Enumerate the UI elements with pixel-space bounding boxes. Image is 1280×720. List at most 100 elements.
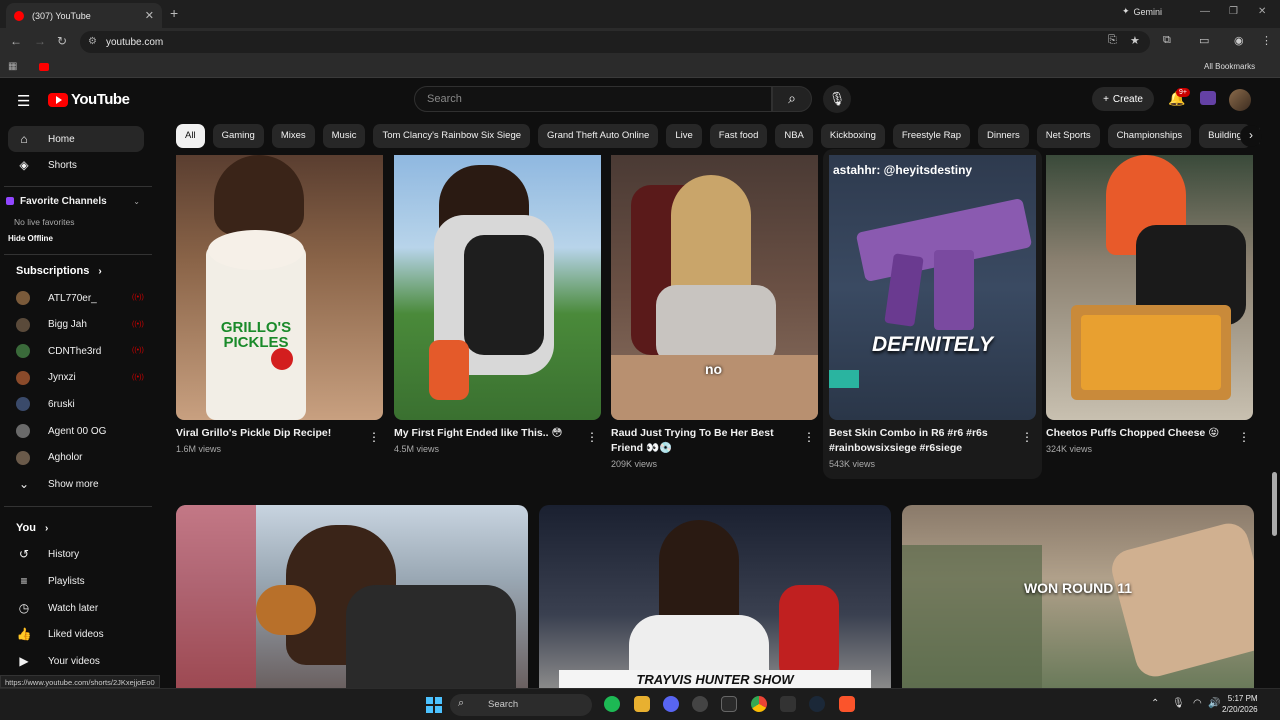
subscription-item[interactable]: ATL770er_ ((•))	[8, 285, 144, 311]
sidebar-item-playlists[interactable]: ≡ Playlists	[8, 568, 144, 594]
more-options-icon[interactable]: ⋮	[1238, 430, 1250, 444]
minimize-icon[interactable]: —	[1200, 6, 1210, 17]
chip-fast-food[interactable]: Fast food	[709, 124, 768, 148]
chip-all[interactable]: All	[176, 124, 205, 148]
chrome-icon[interactable]	[751, 696, 767, 712]
more-options-icon[interactable]: ⋮	[1021, 430, 1033, 444]
youtube-bookmark-icon[interactable]	[39, 63, 49, 71]
short-title[interactable]: My First Fight Ended like This.. 😳	[394, 426, 579, 441]
more-options-icon[interactable]: ⋮	[803, 430, 815, 444]
show-more-button[interactable]: ⌄ Show more	[8, 471, 144, 497]
subscription-item[interactable]: Agholor	[8, 445, 144, 471]
video-thumbnail[interactable]: TRAYVIS HUNTER SHOW	[539, 505, 891, 688]
bookmark-star-icon[interactable]: ★	[1130, 34, 1140, 47]
hamburger-menu-icon[interactable]: ☰	[17, 92, 30, 110]
you-header[interactable]: You ›	[16, 522, 48, 534]
taskbar-search[interactable]: ⌕ Search	[450, 694, 592, 716]
file-explorer-icon[interactable]	[634, 696, 650, 712]
favorite-channels-header[interactable]: Favorite Channels ⌄	[6, 188, 144, 214]
profile-icon[interactable]: ◉	[1234, 34, 1244, 47]
subscription-item[interactable]: CDNThe3rd ((•))	[8, 338, 144, 364]
chip-music[interactable]: Music	[322, 124, 366, 148]
sidebar-item-watch-later[interactable]: ◷ Watch later	[8, 595, 144, 621]
page-scrollbar[interactable]	[1270, 152, 1278, 688]
sidebar-item-your-videos[interactable]: ▶ Your videos	[8, 648, 144, 674]
forward-icon[interactable]: →	[34, 34, 46, 48]
extensions-icon[interactable]: ⧉	[1163, 34, 1171, 47]
chip-championships[interactable]: Championships	[1107, 124, 1192, 148]
back-icon[interactable]: ←	[10, 34, 22, 48]
url-field[interactable]: ⚙ youtube.com	[80, 31, 1150, 53]
account-avatar[interactable]	[1229, 89, 1251, 111]
discord-icon[interactable]	[663, 696, 679, 712]
short-title[interactable]: Raud Just Trying To Be Her Best Friend 👀…	[611, 426, 796, 455]
reload-icon[interactable]: ↻	[57, 34, 67, 48]
gemini-button[interactable]: ✦ Gemini	[1122, 6, 1162, 17]
new-tab-button[interactable]: +	[170, 5, 178, 21]
windows-start-icon[interactable]	[426, 697, 442, 713]
short-title[interactable]: Cheetos Puffs Chopped Cheese 😝	[1046, 426, 1231, 441]
subscription-item[interactable]: Agent 00 OG	[8, 418, 144, 444]
maximize-icon[interactable]: ❐	[1229, 6, 1238, 17]
chip-live[interactable]: Live	[666, 124, 702, 148]
voice-search-button[interactable]: 🎙	[823, 85, 851, 113]
chip-net-sports[interactable]: Net Sports	[1036, 124, 1100, 148]
obs-icon[interactable]	[692, 696, 708, 712]
create-button[interactable]: + Create	[1092, 87, 1154, 111]
short-thumbnail[interactable]: no	[611, 155, 818, 420]
tray-chevron-icon[interactable]: ⌃	[1151, 698, 1159, 709]
chips-next-arrow-icon[interactable]: ›	[1240, 125, 1262, 147]
search-input[interactable]: Search	[414, 86, 772, 112]
chip-freestyle-rap[interactable]: Freestyle Rap	[892, 124, 970, 148]
chip-tom-clancy-s-rainbow-six-siege[interactable]: Tom Clancy's Rainbow Six Siege	[373, 124, 531, 148]
youtube-logo[interactable]: YouTube	[48, 91, 130, 108]
apps-grid-icon[interactable]: ▦	[8, 61, 17, 72]
subscription-item[interactable]: 6ruski	[8, 391, 144, 417]
spotify-icon[interactable]	[604, 696, 620, 712]
sidebar-item-home[interactable]: ⌂ Home	[8, 126, 144, 152]
short-thumbnail[interactable]: GRILLO'S PICKLES	[176, 155, 383, 420]
browser-tab[interactable]: (307) YouTube ✕	[6, 3, 162, 28]
epic-games-icon[interactable]	[721, 696, 737, 712]
short-title[interactable]: Viral Grillo's Pickle Dip Recipe!	[176, 426, 361, 441]
video-thumbnail[interactable]: WON ROUND 11	[902, 505, 1254, 688]
sidebar-item-liked-videos[interactable]: 👍 Liked videos	[8, 621, 144, 647]
steam-icon[interactable]	[809, 696, 825, 712]
search-button[interactable]: ⌕	[772, 86, 812, 112]
short-thumbnail[interactable]: astahhr: @heyitsdestiny DEFINITELY	[829, 155, 1036, 420]
site-settings-icon[interactable]: ⚙	[88, 36, 97, 47]
video-thumbnail[interactable]	[176, 505, 528, 688]
close-window-icon[interactable]: ✕	[1258, 6, 1266, 17]
hide-offline-button[interactable]: Hide Offline	[8, 234, 53, 243]
install-app-icon[interactable]: ⎘	[1108, 34, 1117, 47]
chip-mixes[interactable]: Mixes	[271, 124, 315, 148]
scrollbar-thumb[interactable]	[1272, 472, 1277, 536]
chip-dinners[interactable]: Dinners	[978, 124, 1029, 148]
chip-kickboxing[interactable]: Kickboxing	[820, 124, 885, 148]
wifi-icon[interactable]: ◠	[1193, 698, 1202, 709]
more-options-icon[interactable]: ⋮	[368, 430, 380, 444]
volume-icon[interactable]: 🔊	[1208, 698, 1220, 709]
chip-gaming[interactable]: Gaming	[212, 124, 264, 148]
twitch-extension-icon[interactable]	[1200, 91, 1216, 105]
subscription-item[interactable]: Bigg Jah ((•))	[8, 312, 144, 338]
more-options-icon[interactable]: ⋮	[586, 430, 598, 444]
menu-dots-icon[interactable]: ⋮	[1261, 34, 1272, 47]
tab-close-icon[interactable]: ✕	[145, 9, 154, 22]
side-panel-icon[interactable]: ▭	[1199, 34, 1209, 47]
short-thumbnail[interactable]	[1046, 155, 1253, 420]
sidebar-item-shorts[interactable]: ◈ Shorts	[8, 152, 144, 178]
sidebar-item-history[interactable]: ↺ History	[8, 541, 144, 567]
microphone-icon[interactable]: 🎙	[1172, 698, 1185, 709]
chip-grand-theft-auto-online[interactable]: Grand Theft Auto Online	[538, 124, 659, 148]
short-title[interactable]: Best Skin Combo in R6 #r6 #r6s #rainbows…	[829, 426, 1014, 455]
short-thumbnail[interactable]	[394, 155, 601, 420]
brave-icon[interactable]	[839, 696, 855, 712]
subscriptions-header[interactable]: Subscriptions ›	[16, 265, 102, 277]
all-bookmarks-button[interactable]: All Bookmarks	[1204, 62, 1255, 71]
subscription-item[interactable]: Jynxzi ((•))	[8, 365, 144, 391]
taskbar-clock[interactable]: 5:17 PM 2/20/2026	[1222, 693, 1258, 715]
chip-nba[interactable]: NBA	[775, 124, 813, 148]
app-icon[interactable]	[780, 696, 796, 712]
live-indicator-icon: ((•))	[132, 320, 144, 328]
